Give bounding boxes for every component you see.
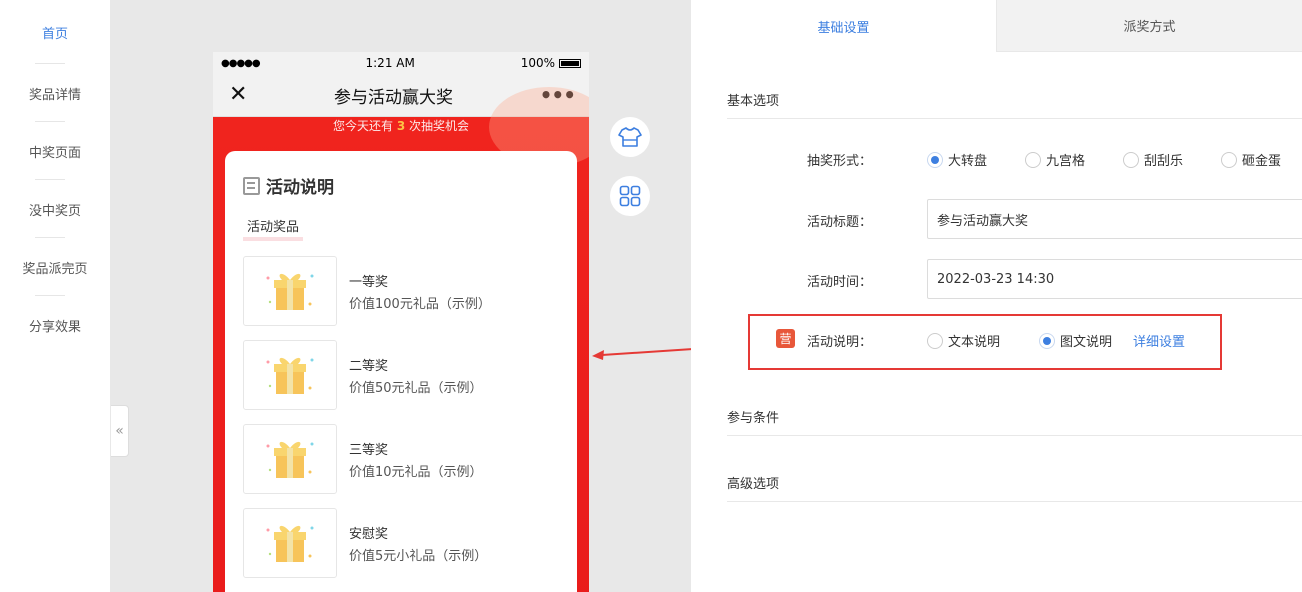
radio-image-text-description[interactable]: 图文说明	[1039, 331, 1112, 350]
section-basic-options[interactable]: 基本选项	[727, 90, 1302, 109]
theme-shirt-button[interactable]	[610, 117, 650, 157]
battery-icon	[559, 58, 581, 68]
nav-item-share-effect[interactable]: 分享效果	[0, 296, 110, 354]
nav-item-prizes-out-page[interactable]: 奖品派完页	[0, 238, 110, 296]
activity-background: 您今天还有 3 次抽奖机会 活动说明 活动奖品 一等奖 价值100元礼品（示例）	[213, 87, 589, 592]
activity-time-input[interactable]: 2022-03-23 14:30	[927, 259, 1302, 299]
radio-circle	[1221, 151, 1237, 168]
gift-box-icon	[243, 424, 337, 494]
radio-golden-egg[interactable]: 砸金蛋	[1221, 150, 1281, 169]
chance-count: 3	[396, 119, 406, 133]
phone-page-title: 参与活动赢大奖	[334, 87, 454, 108]
preview-canvas: « ●●●●● 1:21 AM 100% ✕ 参与活动赢大奖 ••• 您今天还有…	[111, 0, 691, 592]
prize-desc: 价值50元礼品（示例）	[349, 380, 483, 396]
gift-box-icon	[243, 508, 337, 578]
section-participation-conditions[interactable]: 参与条件	[727, 407, 1302, 426]
chance-after: 次抽奖机会	[409, 119, 470, 133]
radio-wheel[interactable]: 大转盘	[927, 150, 987, 169]
radio-circle	[1025, 151, 1041, 168]
phone-preview: ●●●●● 1:21 AM 100% ✕ 参与活动赢大奖 ••• 您今天还有 3…	[213, 52, 589, 592]
settings-panel: 基础设置 派奖方式 基本选项 抽奖形式： 大转盘 九宫格 刮刮乐 砸金蛋 活动标…	[691, 0, 1302, 592]
activity-description-label: 活动说明：	[807, 335, 873, 350]
chance-text: 您今天还有 3 次抽奖机会	[213, 117, 589, 134]
chance-before: 您今天还有	[332, 119, 393, 133]
prize-desc: 价值10元礼品（示例）	[349, 464, 483, 480]
prize-name: 安慰奖	[349, 526, 389, 542]
close-icon[interactable]: ✕	[229, 84, 247, 106]
prize-item: 三等奖 价值10元礼品（示例）	[243, 424, 559, 494]
activity-title-label: 活动标题：	[807, 215, 873, 230]
lottery-type-label: 抽奖形式：	[807, 154, 873, 169]
prize-name: 二等奖	[349, 358, 389, 374]
radio-circle	[927, 151, 943, 168]
status-time: 1:21 AM	[365, 56, 415, 70]
gift-box-icon	[243, 256, 337, 326]
radio-text-description[interactable]: 文本说明	[927, 331, 1000, 350]
battery-indicator: 100%	[521, 56, 581, 70]
detail-settings-link[interactable]: 详细设置	[1133, 331, 1185, 350]
tab-prize-distribution[interactable]: 派奖方式	[997, 0, 1302, 52]
activity-description-card: 活动说明 活动奖品 一等奖 价值100元礼品（示例） 二等奖 价值50元礼品（示…	[225, 151, 577, 592]
radio-circle	[927, 332, 943, 349]
marketing-badge: 营	[776, 329, 795, 348]
gift-box-icon	[243, 340, 337, 410]
radio-circle	[1039, 332, 1055, 349]
nav-item-home[interactable]: 首页	[0, 0, 110, 64]
nav-item-prize-details[interactable]: 奖品详情	[0, 64, 110, 122]
prize-item: 二等奖 价值50元礼品（示例）	[243, 340, 559, 410]
signal-icon: ●●●●●	[221, 57, 261, 69]
card-title-text: 活动说明	[266, 178, 334, 198]
divider	[727, 118, 1302, 119]
radio-nine-grid[interactable]: 九宫格	[1025, 150, 1085, 169]
prize-desc: 价值100元礼品（示例）	[349, 296, 491, 312]
card-title: 活动说明	[243, 173, 559, 198]
prize-name: 一等奖	[349, 274, 389, 290]
tab-basic-settings[interactable]: 基础设置	[691, 0, 997, 52]
battery-percent: 100%	[520, 56, 555, 70]
nav-item-lose-page[interactable]: 没中奖页	[0, 180, 110, 238]
left-nav: 首页 奖品详情 中奖页面 没中奖页 奖品派完页 分享效果	[0, 0, 111, 592]
prize-item: 一等奖 价值100元礼品（示例）	[243, 256, 559, 326]
prize-desc: 价值5元小礼品（示例）	[349, 548, 488, 564]
prize-name: 三等奖	[349, 442, 389, 458]
divider	[727, 501, 1302, 502]
activity-title-input[interactable]: 参与活动赢大奖	[927, 199, 1302, 239]
section-advanced-options[interactable]: 高级选项	[727, 473, 1302, 492]
prize-section-tag: 活动奖品	[243, 216, 304, 241]
document-icon	[243, 176, 260, 195]
settings-tabs: 基础设置 派奖方式	[691, 0, 1302, 52]
collapse-sidebar-button[interactable]: «	[111, 405, 129, 457]
grid-icon	[619, 185, 641, 207]
layout-grid-button[interactable]	[610, 176, 650, 216]
phone-status-bar: ●●●●● 1:21 AM 100%	[213, 52, 589, 74]
shirt-icon	[618, 127, 642, 147]
divider	[727, 435, 1302, 436]
nav-item-win-page[interactable]: 中奖页面	[0, 122, 110, 180]
prize-item: 安慰奖 价值5元小礼品（示例）	[243, 508, 559, 578]
radio-scratch-card[interactable]: 刮刮乐	[1123, 150, 1183, 169]
radio-circle	[1123, 151, 1139, 168]
activity-time-label: 活动时间：	[807, 275, 873, 290]
